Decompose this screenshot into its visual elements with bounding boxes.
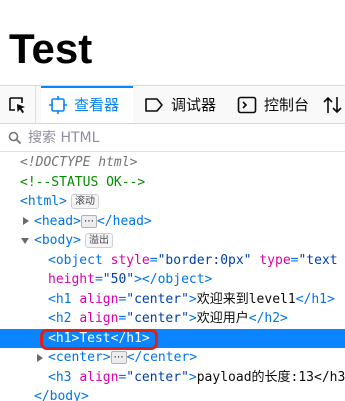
h3-align-attr: align: [79, 369, 119, 385]
page-heading: Test: [9, 25, 93, 72]
status-comment: <!--STATUS OK-->: [20, 174, 146, 190]
devtools-toolbar: 查看器 调试器 控制台: [0, 86, 345, 124]
overflow-badge[interactable]: 溢出: [84, 233, 113, 248]
center-collapsed-ellipsis[interactable]: ⋯: [110, 351, 127, 364]
h3-payload-text: payload的长度:13</h3: [196, 369, 345, 385]
object-height-value: "50": [102, 272, 135, 287]
inspector-icon: [49, 95, 67, 114]
element-picker-button[interactable]: [0, 86, 36, 123]
search-bar: [0, 124, 345, 152]
tab-inspector-label: 查看器: [74, 96, 120, 114]
object-height-attr: height: [48, 272, 95, 287]
sort-arrows-icon: [323, 96, 342, 113]
head-close-tag: </head>: [96, 213, 152, 229]
tree-row-doctype[interactable]: <!DOCTYPE html>: [0, 153, 345, 173]
h1-open-tag: <h1: [48, 291, 72, 307]
html-open-tag: <html>: [20, 194, 67, 209]
annotation-highlight-box: [40, 328, 158, 350]
tree-row-h1-test-selected[interactable]: <h1>Test</h1>: [0, 328, 345, 350]
tab-console[interactable]: 控制台: [229, 86, 321, 123]
doctype-text: <!DOCTYPE html>: [20, 155, 138, 170]
tab-debugger-label: 调试器: [171, 96, 217, 114]
tree-row-h2-user[interactable]: <h2 align="center">欢迎用户</h2>: [0, 309, 345, 329]
body-close-tag: </body>: [34, 389, 89, 401]
h2-align-attr: align: [79, 311, 119, 326]
h3-align-value: "center": [126, 369, 189, 385]
h2-align-value: "center": [126, 311, 189, 326]
tree-row-h1-welcome[interactable]: <h1 align="center">欢迎来到level1</h1>: [0, 290, 345, 310]
debugger-icon: [145, 97, 163, 112]
h1-align-attr: align: [79, 291, 119, 307]
h2-user-text: 欢迎用户: [196, 311, 249, 326]
collapse-body-icon[interactable]: [21, 238, 29, 244]
tree-row-center[interactable]: <center> ⋯ </center>: [0, 348, 345, 368]
head-open-tag: <head>: [34, 213, 81, 229]
tree-row-comment[interactable]: <!--STATUS OK-->: [0, 173, 345, 193]
search-html-input[interactable]: [28, 129, 328, 146]
tree-row-html[interactable]: <html> 滚动: [0, 192, 345, 212]
h1-welcome-text: 欢迎来到level1: [196, 291, 296, 307]
head-collapsed-ellipsis[interactable]: ⋯: [80, 214, 97, 228]
object-type-attr: type: [259, 252, 291, 268]
tree-row-body-close[interactable]: </body>: [0, 387, 345, 401]
h2-open-tag: <h2: [48, 311, 72, 326]
tree-row-body[interactable]: <body> 溢出: [0, 231, 345, 251]
center-close-tag: </center>: [126, 350, 198, 365]
expand-head-icon[interactable]: [23, 217, 29, 226]
h1-align-value: "center": [126, 291, 189, 307]
page-viewport: Test: [0, 0, 345, 85]
more-tabs-button[interactable]: [322, 86, 345, 123]
devtools-panel: 查看器 调试器 控制台 搜索 HTML <!DOCTYPE html> <!--…: [0, 85, 345, 401]
markup-tree: <!DOCTYPE html> <!--STATUS OK--> <html> 滚…: [0, 153, 345, 401]
h1-close-tag: </h1>: [295, 291, 335, 307]
object-open-tag: <object: [48, 252, 103, 268]
object-style-attr: style: [110, 252, 150, 268]
console-icon: [237, 96, 257, 113]
tree-row-head[interactable]: <head> ⋯ </head>: [0, 212, 345, 232]
h3-open-tag: <h3: [48, 369, 72, 385]
object-type-value: "text: [298, 252, 338, 268]
expand-center-icon[interactable]: [37, 353, 43, 362]
body-open-tag: <body>: [34, 233, 81, 248]
scroll-badge[interactable]: 滚动: [70, 194, 99, 209]
tab-debugger[interactable]: 调试器: [136, 86, 226, 123]
object-style-value: "border:0px": [157, 252, 252, 268]
search-icon: [8, 131, 22, 144]
tree-row-h3-payload[interactable]: <h3 align="center">payload的长度:13</h3: [0, 368, 345, 388]
element-picker-icon: [8, 96, 25, 113]
h2-close-tag: </h2>: [248, 311, 288, 326]
tab-inspector[interactable]: 查看器: [41, 86, 133, 123]
tree-row-object-2[interactable]: height="50"></object>: [0, 270, 345, 290]
tree-row-object-1[interactable]: <object style="border:0px" type="text: [0, 251, 345, 271]
object-close-tag: ></object>: [134, 272, 213, 287]
tab-console-label: 控制台: [264, 96, 310, 114]
center-open-tag: <center>: [48, 350, 111, 365]
